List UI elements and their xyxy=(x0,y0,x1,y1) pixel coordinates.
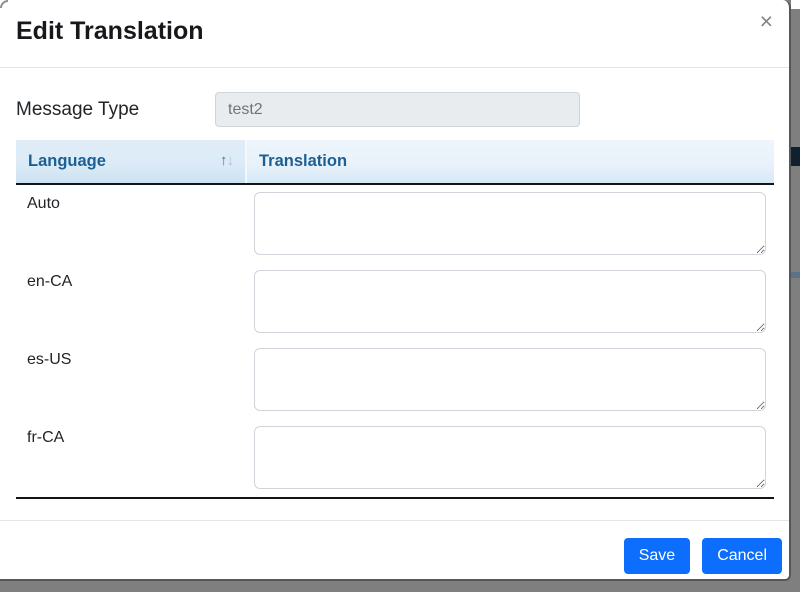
column-header-translation: Translation xyxy=(245,140,774,183)
translation-textarea[interactable] xyxy=(254,426,766,489)
modal-footer: Save Cancel xyxy=(0,520,789,579)
table-row: en-CA xyxy=(16,263,774,341)
translation-cell xyxy=(245,263,774,341)
language-cell: en-CA xyxy=(27,273,73,290)
backdrop-page-fragment xyxy=(791,147,800,166)
sort-down-arrow-icon: ↓ xyxy=(226,152,234,169)
table-body: Auto en-CA es-US fr-CA xyxy=(16,185,774,499)
language-cell: es-US xyxy=(27,351,72,368)
translation-cell xyxy=(245,419,774,497)
modal-body: Message Type Language ↑↓ Translation Aut… xyxy=(0,68,789,520)
save-button[interactable]: Save xyxy=(623,538,691,574)
cancel-button[interactable]: Cancel xyxy=(702,538,782,574)
modal-header: Edit Translation × xyxy=(0,0,789,68)
language-header-label: Language xyxy=(28,152,106,170)
table-row: fr-CA xyxy=(16,419,774,497)
backdrop-page-fragment xyxy=(791,0,800,9)
language-cell: Auto xyxy=(27,195,60,212)
message-type-label: Message Type xyxy=(16,98,140,120)
translation-textarea[interactable] xyxy=(254,270,766,333)
edit-translation-modal: Edit Translation × Message Type Language… xyxy=(0,0,791,581)
translation-textarea[interactable] xyxy=(254,348,766,411)
modal-backdrop: Edit Translation × Message Type Language… xyxy=(0,0,800,592)
translation-textarea[interactable] xyxy=(254,192,766,255)
message-type-input[interactable] xyxy=(215,92,580,127)
translations-table: Language ↑↓ Translation Auto en-CA es-US… xyxy=(16,140,774,499)
sort-icon: ↑↓ xyxy=(220,152,234,169)
translation-header-label: Translation xyxy=(259,152,348,170)
table-row: es-US xyxy=(16,341,774,419)
close-icon[interactable]: × xyxy=(760,8,773,34)
translation-cell xyxy=(245,341,774,419)
modal-title: Edit Translation xyxy=(16,17,204,45)
language-cell: fr-CA xyxy=(27,429,65,446)
backdrop-page-fragment xyxy=(791,272,800,278)
message-type-row: Message Type xyxy=(16,92,773,127)
table-header-row: Language ↑↓ Translation xyxy=(16,140,774,185)
table-row: Auto xyxy=(16,185,774,263)
column-header-language[interactable]: Language ↑↓ xyxy=(16,140,245,183)
translation-cell xyxy=(245,185,774,263)
